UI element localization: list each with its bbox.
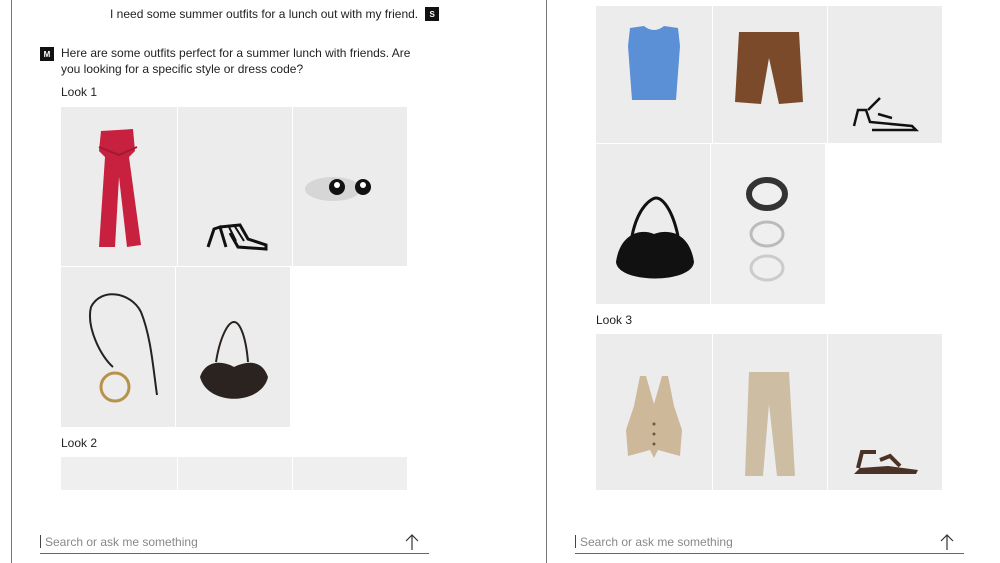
user-message: I need some summer outfits for a lunch o… — [110, 7, 440, 21]
product-tile[interactable] — [178, 457, 292, 490]
arrow-up-icon[interactable] — [403, 532, 421, 552]
chat-panel-right: Look 3 — [547, 0, 1000, 563]
product-tile[interactable] — [61, 457, 177, 490]
product-flat-sandals[interactable] — [828, 334, 942, 490]
search-input[interactable] — [575, 535, 915, 548]
product-waistcoat[interactable] — [596, 334, 712, 490]
top-image — [628, 26, 680, 100]
user-avatar-badge: S — [425, 7, 440, 21]
flat-sandals-image — [854, 450, 918, 474]
shoulder-bag-image — [200, 320, 268, 399]
look-1-label: Look 1 — [61, 85, 98, 99]
search-bar — [40, 530, 429, 554]
necklace-image — [89, 293, 158, 403]
assistant-avatar-badge: M — [40, 47, 54, 61]
look-2-label: Look 2 — [61, 436, 98, 450]
arrow-up-icon[interactable] — [938, 532, 956, 552]
user-message-text: I need some summer outfits for a lunch o… — [110, 7, 419, 21]
product-earrings[interactable] — [293, 107, 407, 266]
look-3-label: Look 3 — [596, 313, 633, 327]
bangles-image — [746, 177, 788, 282]
product-sandals[interactable] — [828, 6, 942, 143]
heels-image — [206, 223, 268, 251]
shorts-image — [735, 32, 803, 104]
earrings-image — [305, 177, 371, 201]
assistant-message-text: Here are some outfits perfect for a summ… — [61, 46, 411, 76]
product-tile[interactable] — [293, 457, 407, 490]
waistcoat-image — [626, 376, 682, 458]
search-bar — [575, 530, 964, 554]
assistant-message: M Here are some outfits perfect for a su… — [40, 45, 420, 77]
search-input[interactable] — [40, 535, 380, 548]
sandals-image — [852, 97, 920, 132]
product-top[interactable] — [596, 6, 712, 143]
product-necklace[interactable] — [61, 267, 175, 427]
product-shorts[interactable] — [713, 6, 827, 143]
product-heels[interactable] — [178, 107, 292, 266]
product-trousers[interactable] — [713, 334, 827, 490]
product-bangles[interactable] — [711, 144, 825, 304]
product-hobo-bag[interactable] — [596, 144, 710, 304]
product-jumpsuit[interactable] — [61, 107, 177, 266]
trousers-image — [745, 372, 795, 476]
jumpsuit-image — [98, 129, 141, 247]
chat-panel-left: I need some summer outfits for a lunch o… — [11, 0, 547, 563]
product-shoulder-bag[interactable] — [176, 267, 290, 427]
hobo-bag-image — [616, 196, 694, 279]
